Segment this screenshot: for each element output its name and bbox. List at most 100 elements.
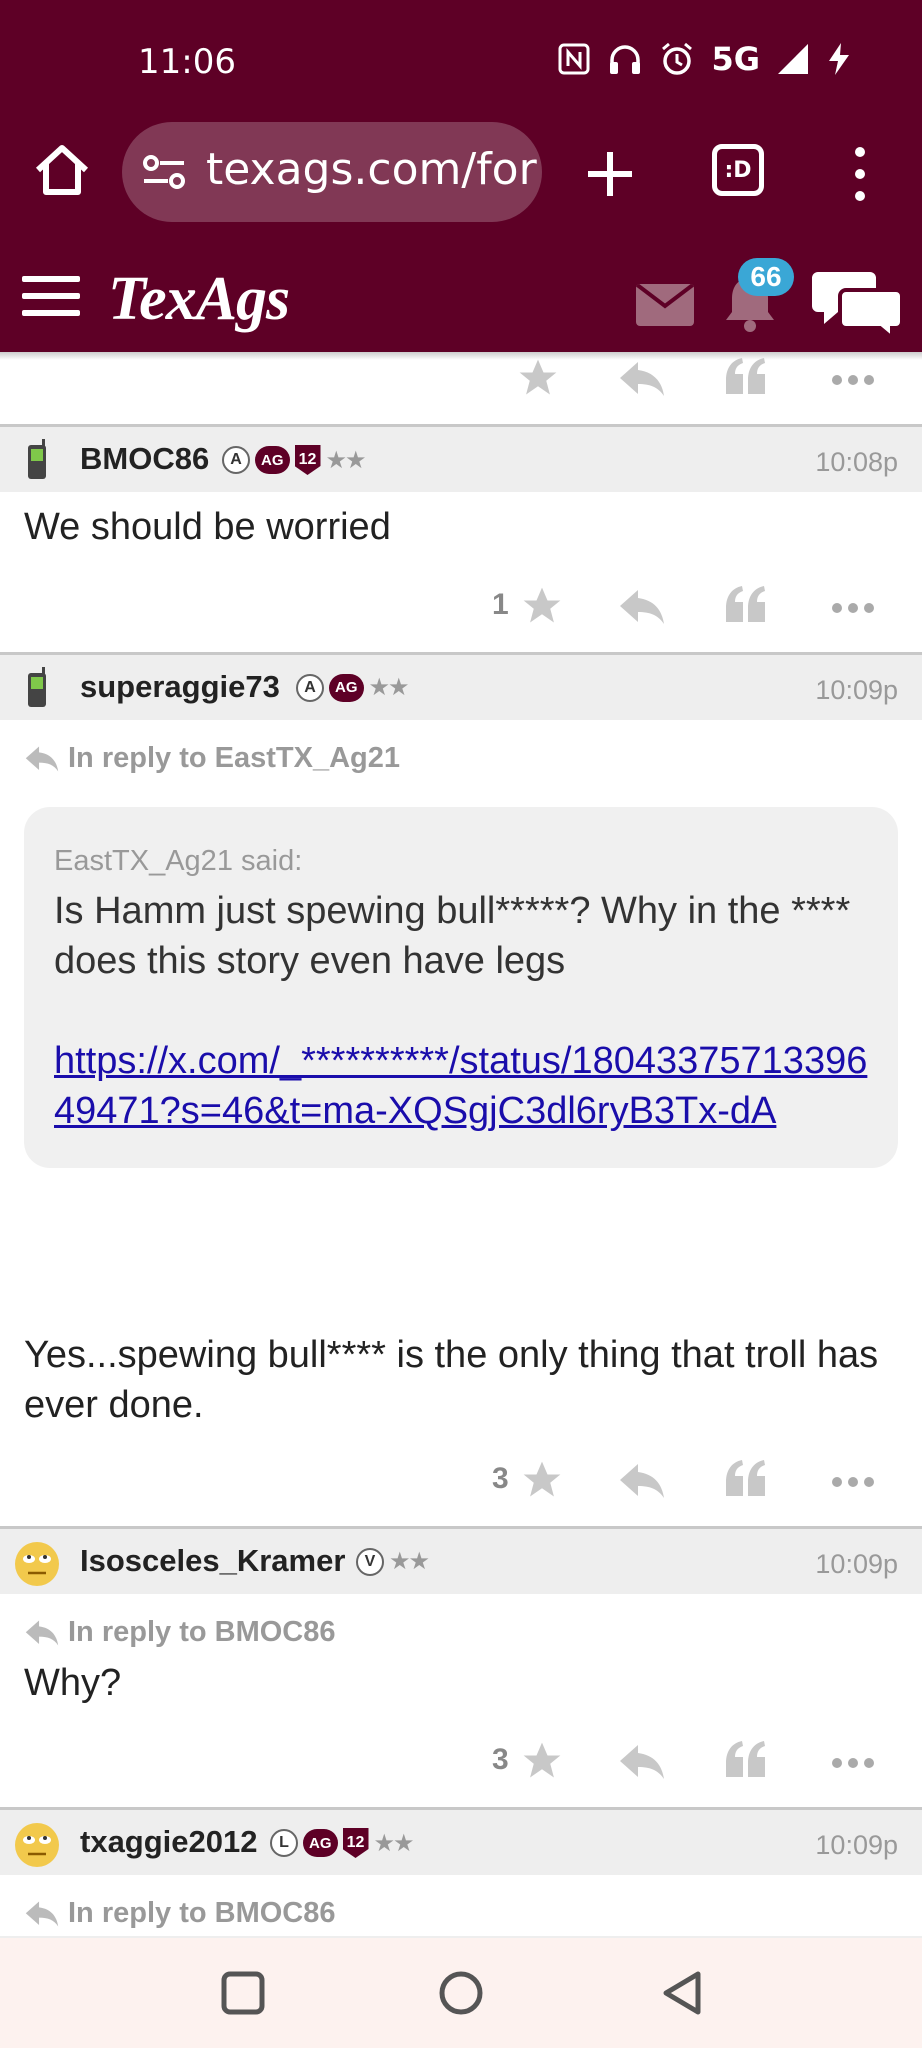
tab-switcher-button[interactable]: :D: [712, 144, 764, 196]
avatar-eyeroll-emoji-icon[interactable]: [12, 1822, 62, 1868]
reply-to-text[interactable]: In reply to BMOC86: [68, 1897, 336, 1930]
username[interactable]: txaggie2012: [80, 1824, 258, 1860]
avatar-eyeroll-emoji-icon[interactable]: [12, 1541, 62, 1587]
reply-to-link[interactable]: In reply to EastTX_Ag21: [24, 742, 400, 775]
user-badges: A AG 12 ★★: [222, 445, 367, 475]
home-icon[interactable]: [30, 138, 94, 202]
rating-stars: ★★: [373, 1829, 415, 1857]
post-actions: 3: [0, 1735, 922, 1795]
quote-text: Is Hamm just spewing bull*****? Why in t…: [54, 890, 851, 982]
status-time: 11:06: [138, 42, 236, 82]
address-bar[interactable]: texags.com/for: [122, 122, 542, 222]
reply-icon[interactable]: [618, 360, 666, 398]
signal-icon: [776, 42, 810, 76]
post-time[interactable]: 10:09p: [815, 675, 898, 706]
site-logo[interactable]: TexAgs: [108, 264, 290, 335]
rating-stars: ★★: [368, 674, 410, 701]
headphones-icon: [607, 42, 643, 76]
quote-icon[interactable]: [724, 1458, 768, 1502]
reply-to-link[interactable]: In reply to BMOC86: [24, 1897, 336, 1930]
reply-arrow-icon: [25, 745, 59, 772]
status-icons: 5G: [557, 40, 852, 78]
status-bar: 11:06 5G: [0, 0, 922, 120]
reply-to-text[interactable]: In reply to BMOC86: [68, 1616, 336, 1649]
overflow-menu-icon[interactable]: [840, 142, 880, 206]
notification-count-badge[interactable]: 66: [738, 258, 794, 296]
quote-icon[interactable]: [724, 1739, 768, 1783]
hamburger-menu-icon[interactable]: [22, 276, 80, 324]
mail-icon[interactable]: [636, 284, 694, 326]
badge-a: A: [296, 673, 324, 702]
system-nav-bar: [0, 1936, 922, 2048]
star-icon[interactable]: [516, 356, 560, 400]
badge-ag: AG: [255, 446, 290, 474]
home-circle-icon[interactable]: [436, 1968, 486, 2018]
user-badges: L AG 12 ★★: [270, 1828, 415, 1858]
reply-to-text[interactable]: In reply to EastTX_Ag21: [68, 742, 400, 775]
back-triangle-icon[interactable]: [658, 1968, 708, 2018]
app-header: 11:06 5G texags.com/for :D TexAgs 66: [0, 0, 922, 352]
quote-icon[interactable]: [724, 356, 768, 400]
nfc-icon: [557, 42, 591, 76]
star-icon[interactable]: [520, 1739, 564, 1783]
more-options-icon[interactable]: [832, 372, 880, 385]
post-header: txaggie2012 L AG 12 ★★ 10:09p: [0, 1807, 922, 1875]
rating-stars: ★★: [389, 1548, 430, 1575]
reply-icon[interactable]: [618, 1743, 666, 1781]
avatar-phone-icon[interactable]: [12, 439, 62, 485]
post-actions: 3: [0, 1454, 922, 1514]
chat-icon[interactable]: [812, 268, 904, 338]
star-icon[interactable]: [520, 1458, 564, 1502]
browser-toolbar: texags.com/for :D: [0, 120, 922, 224]
post-header: Isosceles_Kramer V ★★ 10:09p: [0, 1526, 922, 1594]
badge-l: L: [270, 1829, 298, 1857]
quote-link[interactable]: https://x.com/_**********/status/1804337…: [54, 1036, 868, 1136]
badge-ag: AG: [329, 673, 364, 702]
network-label: 5G: [711, 40, 760, 78]
alarm-icon: [659, 41, 695, 77]
reply-arrow-icon: [25, 1619, 59, 1646]
badge-12: 12: [294, 445, 321, 475]
user-badges: V ★★: [356, 1547, 430, 1576]
post-actions: [0, 352, 922, 412]
username[interactable]: BMOC86: [80, 441, 209, 477]
site-header: TexAgs 66: [0, 258, 922, 352]
new-tab-icon[interactable]: [578, 142, 642, 206]
quote-author: EastTX_Ag21 said:: [54, 845, 303, 877]
like-count: 1: [492, 588, 509, 621]
url-text[interactable]: texags.com/for: [206, 144, 537, 195]
post-time[interactable]: 10:09p: [815, 1830, 898, 1861]
post-actions: 1: [0, 580, 922, 640]
quote-icon[interactable]: [724, 584, 768, 628]
like-count: 3: [492, 1743, 509, 1776]
reply-to-link[interactable]: In reply to BMOC86: [24, 1616, 336, 1649]
post-header: BMOC86 A AG 12 ★★ 10:08p: [0, 424, 922, 492]
recents-square-icon[interactable]: [218, 1968, 268, 2018]
user-badges: A AG ★★: [296, 673, 410, 702]
avatar-phone-icon[interactable]: [12, 667, 62, 713]
post-time[interactable]: 10:09p: [815, 1549, 898, 1580]
more-options-icon[interactable]: [832, 1474, 880, 1487]
badge-v: V: [356, 1547, 384, 1576]
username[interactable]: Isosceles_Kramer: [80, 1543, 345, 1579]
badge-ag: AG: [303, 1829, 338, 1857]
rating-stars: ★★: [325, 446, 367, 474]
quoted-post: EastTX_Ag21 said: Is Hamm just spewing b…: [24, 807, 898, 1168]
post-body: We should be worried: [24, 506, 391, 548]
post-header: superaggie73 A AG ★★ 10:09p: [0, 652, 922, 720]
post-time[interactable]: 10:08p: [815, 447, 898, 478]
badge-a: A: [222, 446, 250, 474]
username[interactable]: superaggie73: [80, 669, 280, 705]
more-options-icon[interactable]: [832, 1755, 880, 1768]
reply-arrow-icon: [25, 1900, 59, 1927]
star-icon[interactable]: [520, 584, 564, 628]
badge-12: 12: [342, 1828, 369, 1858]
more-options-icon[interactable]: [832, 600, 880, 613]
reply-icon[interactable]: [618, 588, 666, 626]
reply-icon[interactable]: [618, 1462, 666, 1500]
site-settings-icon[interactable]: [142, 154, 186, 190]
charging-icon: [826, 41, 852, 77]
post-body: Yes...spewing bull**** is the only thing…: [24, 1334, 879, 1426]
like-count: 3: [492, 1462, 509, 1495]
post-body: Why?: [24, 1662, 122, 1704]
